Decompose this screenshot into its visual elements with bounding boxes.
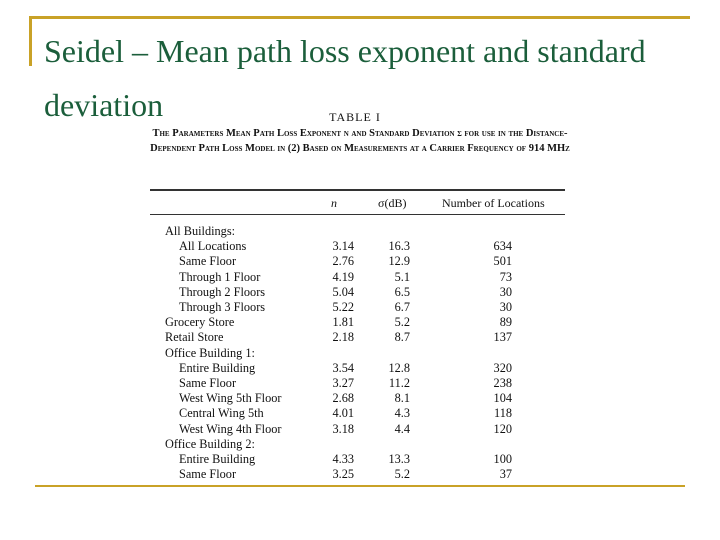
row-label: Through 3 Floors: [179, 300, 266, 314]
cell-sigma: 12.9: [388, 254, 410, 269]
cell-locations: 73: [499, 269, 512, 284]
row-label: West Wing 5th Floor: [179, 391, 282, 406]
cell-locations: 30: [499, 300, 512, 314]
table-row: Same Floor 3.27 11.2 238: [0, 376, 720, 391]
row-label: Through 2 Floors: [179, 284, 266, 299]
cell-locations: 238: [493, 376, 512, 390]
header-sigma: σ(dB): [378, 196, 407, 210]
cell-n: 3.54: [332, 360, 354, 375]
cell-locations: 37: [499, 467, 512, 482]
cell-n: 3.18: [332, 421, 354, 436]
header-n: n: [331, 196, 337, 210]
accent-bar-left: [29, 16, 32, 66]
row-label: Grocery Store: [165, 315, 235, 330]
cell-locations: 320: [493, 360, 512, 375]
cell-n: 3.27: [332, 376, 354, 390]
cell-sigma: 5.2: [394, 467, 410, 482]
table-row: All Locations 3.14 16.3 634: [0, 239, 720, 254]
table-row: Same Floor 3.25 5.2 37: [0, 467, 720, 482]
cell-sigma: 6.5: [394, 284, 410, 299]
table-row: Through 3 Floors 5.22 6.7 30: [0, 300, 720, 315]
cell-sigma: 8.1: [394, 391, 410, 406]
accent-bar-top: [30, 16, 690, 19]
row-label: Same Floor: [179, 254, 237, 269]
cell-locations: 104: [493, 391, 512, 406]
cell-n: 4.33: [332, 452, 354, 466]
cell-locations: 634: [493, 239, 512, 254]
cell-sigma: 6.7: [394, 300, 410, 314]
table-top-rule: [150, 189, 565, 191]
table-row: Through 1 Floor 4.19 5.1 73: [0, 270, 720, 285]
cell-sigma: 11.2: [388, 376, 410, 390]
table-row: West Wing 4th Floor 3.18 4.4 120: [0, 422, 720, 437]
cell-sigma: 4.3: [394, 406, 410, 421]
table-caption: The Parameters Mean Path Loss Exponent n…: [150, 128, 570, 155]
cell-n: 2.18: [332, 330, 354, 345]
cell-sigma: 5.2: [394, 315, 410, 330]
cell-locations: 30: [499, 284, 512, 299]
table-header-rule: [150, 214, 565, 215]
row-label: Through 1 Floor: [179, 269, 261, 284]
cell-sigma: 16.3: [388, 239, 410, 254]
table-row: Retail Store 2.18 8.7 137: [0, 330, 720, 345]
cell-sigma: 4.4: [394, 421, 410, 436]
cell-n: 5.04: [332, 284, 354, 299]
table-group-row: All Buildings:: [0, 224, 720, 239]
table-row: Entire Building 4.33 13.3 100: [0, 452, 720, 467]
row-label: Retail Store: [165, 330, 224, 345]
table-group-row: Office Building 1:: [0, 346, 720, 361]
table-row: Through 2 Floors 5.04 6.5 30: [0, 285, 720, 300]
row-label: All Locations: [179, 239, 247, 254]
cell-n: 2.76: [332, 254, 354, 269]
cell-n: 4.19: [332, 269, 354, 284]
header-locations: Number of Locations: [442, 196, 545, 210]
cell-sigma: 5.1: [394, 269, 410, 284]
row-label: Entire Building: [179, 452, 256, 466]
table-label: TABLE I: [329, 110, 381, 124]
row-label: Office Building 2:: [165, 436, 255, 451]
row-label: Office Building 1:: [165, 345, 255, 360]
table-row: Entire Building 3.54 12.8 320: [0, 361, 720, 376]
table-row: Central Wing 5th 4.01 4.3 118: [0, 406, 720, 421]
cell-sigma: 12.8: [388, 360, 410, 375]
cell-locations: 89: [499, 315, 512, 330]
cell-locations: 100: [493, 452, 512, 466]
row-label: Entire Building: [179, 360, 256, 375]
cell-n: 1.81: [332, 315, 354, 330]
accent-bar-bottom: [35, 485, 685, 487]
table-row: Grocery Store 1.81 5.2 89: [0, 315, 720, 330]
row-label: West Wing 4th Floor: [179, 421, 282, 436]
row-label: Same Floor: [179, 376, 237, 390]
row-label: Central Wing 5th: [179, 406, 264, 421]
table-group-row: Office Building 2:: [0, 437, 720, 452]
cell-n: 4.01: [332, 406, 354, 421]
row-label: All Buildings:: [165, 224, 236, 238]
cell-sigma: 8.7: [394, 330, 410, 345]
cell-sigma: 13.3: [388, 452, 410, 466]
slide: Seidel – Mean path loss exponent and sta…: [0, 0, 720, 540]
cell-locations: 118: [494, 406, 512, 421]
table-row: Same Floor 2.76 12.9 501: [0, 254, 720, 269]
table-row: West Wing 5th Floor 2.68 8.1 104: [0, 391, 720, 406]
cell-locations: 120: [493, 421, 512, 436]
cell-n: 5.22: [332, 300, 354, 314]
cell-n: 2.68: [332, 391, 354, 406]
row-label: Same Floor: [179, 467, 237, 482]
cell-locations: 501: [493, 254, 512, 269]
cell-n: 3.25: [332, 467, 354, 482]
cell-n: 3.14: [332, 239, 354, 254]
cell-locations: 137: [493, 330, 512, 345]
